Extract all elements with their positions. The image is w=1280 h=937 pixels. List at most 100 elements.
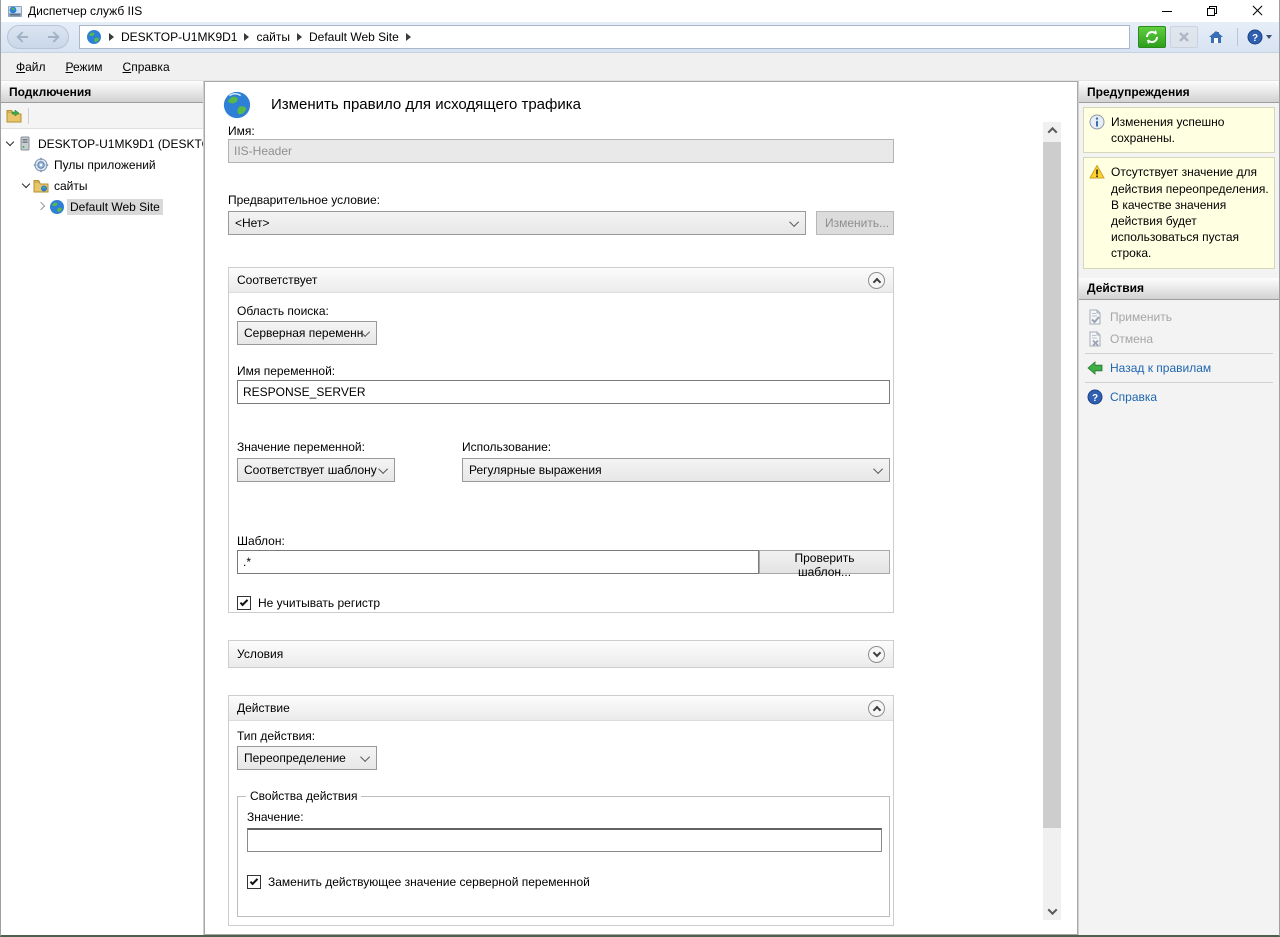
back-arrow-icon — [1087, 360, 1103, 376]
sites-folder-icon — [33, 178, 49, 194]
checkmark-icon — [240, 598, 248, 606]
forward-button[interactable] — [48, 32, 58, 42]
restore-button[interactable] — [1189, 0, 1234, 22]
apply-label: Применить — [1110, 310, 1172, 324]
pattern-input[interactable] — [237, 550, 759, 574]
using-select[interactable]: Регулярные выражения — [462, 458, 890, 482]
collapse-icon[interactable] — [868, 700, 885, 717]
scope-label: Область поиска: — [237, 304, 329, 318]
expander-icon[interactable] — [21, 180, 33, 192]
scroll-up-icon — [1047, 127, 1057, 137]
precondition-value: <Нет> — [235, 216, 269, 230]
action-section-header[interactable]: Действие — [229, 696, 893, 721]
breadcrumb[interactable]: DESKTOP-U1MK9D1 сайты Default Web Site — [79, 25, 1130, 49]
breadcrumb-arrow-icon — [244, 33, 249, 41]
refresh-button[interactable] — [1138, 26, 1166, 48]
scrollbar-thumb[interactable] — [1043, 142, 1061, 828]
menu-help[interactable]: Справка — [114, 56, 179, 78]
save-connection-icon[interactable] — [6, 108, 22, 124]
actions-separator — [1085, 382, 1273, 383]
action-value-input[interactable] — [247, 828, 882, 852]
breadcrumb-sites[interactable]: сайты — [256, 30, 290, 44]
breadcrumb-arrow-icon — [406, 33, 411, 41]
expander-icon[interactable] — [37, 201, 49, 213]
menu-view[interactable]: Режим — [57, 56, 112, 78]
expander-icon[interactable] — [5, 138, 17, 150]
app-icon — [7, 3, 23, 19]
action-type-label: Тип действия: — [237, 729, 315, 743]
ignore-case-label: Не учитывать регистр — [258, 596, 380, 610]
replace-value-checkbox[interactable] — [247, 875, 261, 889]
variable-value-label: Значение переменной: — [237, 440, 365, 454]
tree-item-label: сайты — [54, 179, 88, 193]
toolbar-separator — [28, 108, 29, 124]
warning-icon — [1089, 164, 1105, 180]
replace-value-row[interactable]: Заменить действующее значение серверной … — [247, 875, 590, 889]
name-input — [228, 139, 894, 163]
tree-item-default-web-site[interactable]: Default Web Site — [1, 196, 203, 217]
actions-header: Действия — [1079, 278, 1279, 300]
conditions-section-header[interactable]: Условия — [229, 641, 893, 667]
minimize-icon — [1162, 11, 1172, 12]
apply-icon — [1087, 309, 1103, 325]
breadcrumb-default-web-site[interactable]: Default Web Site — [309, 30, 399, 44]
test-pattern-button[interactable]: Проверить шаблон... — [759, 550, 890, 574]
close-icon — [1252, 6, 1262, 16]
vertical-scrollbar[interactable] — [1043, 122, 1061, 920]
chevron-down-icon — [873, 464, 883, 474]
window-title: Диспетчер служб IIS — [28, 4, 142, 18]
alert-info: Изменения успешно сохранены. — [1083, 107, 1275, 153]
precondition-select[interactable]: <Нет> — [228, 211, 806, 235]
precondition-label: Предварительное условие: — [228, 193, 380, 207]
alert-warning: Отсутствует значение для действия переоп… — [1083, 157, 1275, 268]
stop-button[interactable] — [1170, 26, 1198, 48]
breadcrumb-arrow-icon — [297, 33, 302, 41]
apply-action: Применить — [1079, 306, 1279, 328]
help-icon: ? — [1247, 29, 1263, 45]
breadcrumb-server[interactable]: DESKTOP-U1MK9D1 — [121, 30, 237, 44]
name-label: Имя: — [228, 124, 255, 138]
match-section-header[interactable]: Соответствует — [229, 268, 893, 293]
help-link[interactable]: ? Справка — [1079, 386, 1279, 408]
stop-icon — [1176, 29, 1192, 45]
address-bar: DESKTOP-U1MK9D1 сайты Default Web Site — [1, 22, 1279, 53]
action-type-select[interactable]: Переопределение — [237, 746, 377, 770]
scroll-down-button[interactable] — [1043, 903, 1061, 920]
help-dropdown-caret-icon — [1266, 35, 1272, 39]
menu-bar: Файл Режим Справка — [1, 53, 1279, 81]
ignore-case-row[interactable]: Не учитывать регистр — [237, 596, 380, 610]
expand-icon[interactable] — [868, 646, 885, 663]
variable-name-input[interactable] — [237, 380, 890, 404]
action-section: Действие Тип действия: Переопределение С… — [228, 695, 894, 926]
site-globe-icon — [49, 199, 65, 215]
variable-value-select[interactable]: Соответствует шаблону — [237, 458, 395, 482]
variable-name-label: Имя переменной: — [237, 364, 335, 378]
tree-item-server[interactable]: DESKTOP-U1MK9D1 (DESKTOP — [1, 133, 203, 154]
conditions-section-title: Условия — [237, 647, 283, 661]
menu-file[interactable]: Файл — [7, 56, 55, 78]
tree-item-app-pools[interactable]: Пулы приложений — [1, 154, 203, 175]
ignore-case-checkbox[interactable] — [237, 596, 251, 610]
back-to-rules-link[interactable]: Назад к правилам — [1079, 357, 1279, 379]
replace-value-label: Заменить действующее значение серверной … — [268, 875, 590, 889]
connections-tree: DESKTOP-U1MK9D1 (DESKTOP Пулы приложений — [1, 129, 203, 217]
help-button[interactable]: ? — [1245, 26, 1273, 48]
alerts-header: Предупреждения — [1079, 81, 1279, 103]
cancel-icon — [1087, 331, 1103, 347]
help-label: Справка — [1110, 390, 1157, 404]
tree-item-sites[interactable]: сайты — [1, 175, 203, 196]
match-section: Соответствует Область поиска: Серверная … — [228, 267, 894, 613]
action-properties-group: Свойства действия Значение: Заменить дей… — [237, 796, 890, 917]
back-button[interactable] — [18, 32, 28, 42]
close-button[interactable] — [1234, 0, 1279, 22]
chevron-down-icon — [360, 752, 370, 762]
feature-page: Изменить правило для исходящего трафика … — [204, 81, 1078, 935]
app-pools-icon — [33, 157, 49, 173]
scroll-up-button[interactable] — [1043, 122, 1061, 139]
home-button[interactable] — [1202, 26, 1230, 48]
help-icon: ? — [1087, 389, 1103, 405]
refresh-icon — [1144, 29, 1160, 45]
scope-select[interactable]: Серверная переменн — [237, 321, 377, 345]
minimize-button[interactable] — [1144, 0, 1189, 22]
collapse-icon[interactable] — [868, 272, 885, 289]
